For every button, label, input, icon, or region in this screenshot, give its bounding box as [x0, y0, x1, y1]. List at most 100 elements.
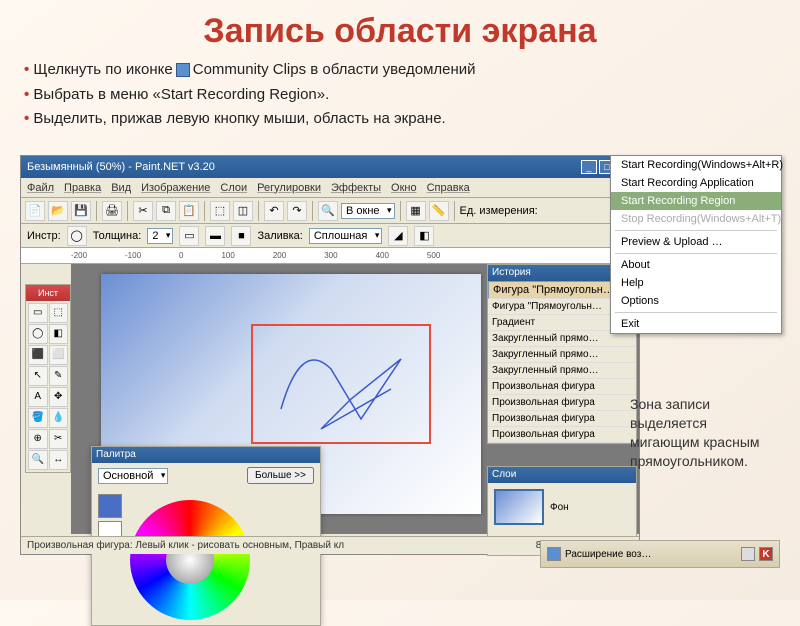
crop-icon[interactable]: ⬚	[210, 201, 230, 221]
fill-label: Заливка:	[257, 230, 302, 242]
units-label: Ед. измерения:	[460, 205, 538, 217]
menu-help[interactable]: Справка	[427, 182, 470, 194]
redo-icon[interactable]: ↷	[287, 201, 307, 221]
print-icon[interactable]: 🖨	[102, 201, 122, 221]
scribble-drawing	[261, 329, 441, 449]
blend-icon[interactable]: ◧	[414, 226, 434, 246]
tray-k-icon[interactable]: K	[759, 547, 773, 561]
tool-lasso[interactable]: ⬚	[49, 303, 69, 323]
tool-clone[interactable]: ⊕	[28, 429, 48, 449]
rtick: 200	[273, 251, 286, 260]
menu-options[interactable]: Options	[611, 292, 781, 310]
menu-effects[interactable]: Эффекты	[331, 182, 381, 194]
style1-icon[interactable]: ▭	[179, 226, 199, 246]
status-hint: Произвольная фигура: Левый клик - рисова…	[27, 540, 344, 551]
tool-wand[interactable]: ◧	[49, 324, 69, 344]
color-mode[interactable]: Основной	[98, 468, 168, 484]
history-row[interactable]: Закругленный прямо…	[488, 363, 636, 379]
menu-edit[interactable]: Правка	[64, 182, 101, 194]
shape-icon[interactable]: ◯	[67, 226, 87, 246]
tool-crop[interactable]: ✂	[49, 429, 69, 449]
history-row[interactable]: Произвольная фигура	[488, 411, 636, 427]
bullet-1a: Щелкнуть по иконке	[33, 61, 172, 78]
bullet-list: Щелкнуть по иконкеCommunity Clips в обла…	[24, 59, 780, 131]
tool-text[interactable]: A	[28, 387, 48, 407]
tool-ellf[interactable]: ⬜	[49, 345, 69, 365]
menu-help[interactable]: Help	[611, 274, 781, 292]
history-row[interactable]: Произвольная фигура	[488, 379, 636, 395]
color-wheel[interactable]	[130, 500, 250, 620]
deselect-icon[interactable]: ◫	[233, 201, 253, 221]
menu-sep	[615, 230, 777, 231]
tool-picker[interactable]: 💧	[49, 408, 69, 428]
menu-start-region[interactable]: Start Recording Region	[611, 192, 781, 210]
instr-label: Инстр:	[27, 230, 61, 242]
paste-icon[interactable]: 📋	[179, 201, 199, 221]
tool-ellipse[interactable]: ◯	[28, 324, 48, 344]
tool-line[interactable]: ↔	[49, 450, 69, 470]
slide-title: Запись области экрана	[20, 12, 780, 51]
taskbar[interactable]: Расширение воз… K	[540, 540, 780, 568]
toolbar-main: 📄 📂 💾 🖨 ✂ ⧉ 📋 ⬚ ◫ ↶ ↷ 🔍 В окне ▦ 📏 Ед. и…	[21, 198, 639, 224]
style2-icon[interactable]: ▬	[205, 226, 225, 246]
style3-icon[interactable]: ■	[231, 226, 251, 246]
undo-icon[interactable]: ↶	[264, 201, 284, 221]
titlebar[interactable]: Безымянный (50%) - Paint.NET v3.20 _ □ ×	[21, 156, 639, 178]
menu-adjust[interactable]: Регулировки	[257, 182, 321, 194]
new-icon[interactable]: 📄	[25, 201, 45, 221]
rtick: -100	[125, 251, 141, 260]
minimize-button[interactable]: _	[581, 160, 597, 174]
menu-window[interactable]: Окно	[391, 182, 417, 194]
tool-palette[interactable]: Инст ▭ ⬚ ◯ ◧ ⬛ ⬜ ↖ ✎ A ✥ 🪣 💧 ⊕ ✂ 🔍 ↔	[25, 284, 71, 473]
app-title: Безымянный (50%) - Paint.NET v3.20	[27, 161, 215, 173]
bullet-3: Выделить, прижав левую кнопку мыши, обла…	[24, 108, 780, 131]
zoom-icon[interactable]: 🔍	[318, 201, 338, 221]
palette-title[interactable]: Палитра	[92, 447, 320, 463]
layers-title: Слои	[488, 467, 636, 483]
ruler-icon[interactable]: 📏	[429, 201, 449, 221]
rtick: 300	[324, 251, 337, 260]
tool-fill[interactable]: 🪣	[28, 408, 48, 428]
bullet-1: Щелкнуть по иконкеCommunity Clips в обла…	[24, 59, 780, 82]
fill-select[interactable]: Сплошная	[309, 228, 383, 244]
save-icon[interactable]: 💾	[71, 201, 91, 221]
history-row[interactable]: Закругленный прямо…	[488, 347, 636, 363]
tool-rectf[interactable]: ⬛	[28, 345, 48, 365]
context-menu[interactable]: Start Recording(Windows+Alt+R) Start Rec…	[610, 155, 782, 334]
menu-start-recording[interactable]: Start Recording(Windows+Alt+R)	[611, 156, 781, 174]
menu-layers[interactable]: Слои	[220, 182, 247, 194]
grid-icon[interactable]: ▦	[406, 201, 426, 221]
menu-file[interactable]: Файл	[27, 182, 54, 194]
menu-start-app[interactable]: Start Recording Application	[611, 174, 781, 192]
layer-name[interactable]: Фон	[550, 502, 569, 513]
menu-exit[interactable]: Exit	[611, 315, 781, 333]
toolbar-props: Инстр: ◯ Толщина: 2 ▭ ▬ ■ Заливка: Сплош…	[21, 224, 639, 248]
tool-pan[interactable]: ✥	[49, 387, 69, 407]
cut-icon[interactable]: ✂	[133, 201, 153, 221]
more-button[interactable]: Больше >>	[247, 467, 314, 484]
copy-icon[interactable]: ⧉	[156, 201, 176, 221]
aa-icon[interactable]: ◢	[388, 226, 408, 246]
layer-thumb[interactable]	[494, 489, 544, 525]
tool-move[interactable]: ↖	[28, 366, 48, 386]
menu-about[interactable]: About	[611, 256, 781, 274]
tray-icon[interactable]	[741, 547, 755, 561]
rtick: 0	[179, 251, 183, 260]
rtick: 100	[221, 251, 234, 260]
menubar: Файл Правка Вид Изображение Слои Регулир…	[21, 178, 639, 198]
menu-sep	[615, 312, 777, 313]
open-icon[interactable]: 📂	[48, 201, 68, 221]
primary-swatch[interactable]	[98, 494, 122, 518]
tool-zoom[interactable]: 🔍	[28, 450, 48, 470]
menu-view[interactable]: Вид	[111, 182, 131, 194]
zoom-select[interactable]: В окне	[341, 203, 395, 219]
menu-preview[interactable]: Preview & Upload …	[611, 233, 781, 251]
menu-image[interactable]: Изображение	[141, 182, 210, 194]
thickness-select[interactable]: 2	[147, 228, 173, 244]
tool-pencil[interactable]: ✎	[49, 366, 69, 386]
menu-sep	[615, 253, 777, 254]
history-row[interactable]: Произвольная фигура	[488, 395, 636, 411]
tool-rect[interactable]: ▭	[28, 303, 48, 323]
history-row[interactable]: Произвольная фигура	[488, 427, 636, 443]
tray-cc-icon[interactable]	[547, 547, 561, 561]
